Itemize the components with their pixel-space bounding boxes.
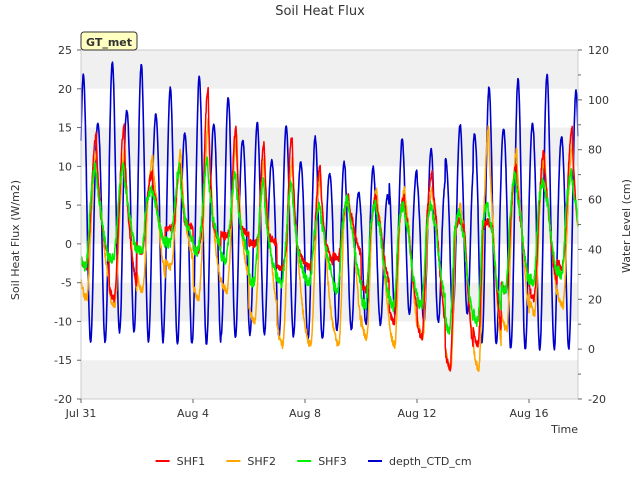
y2-tick-label: 60 [588, 194, 602, 207]
x-tick-label: Aug 16 [510, 407, 549, 420]
y2-tick-label: 20 [588, 293, 602, 306]
y-tick-label: -15 [54, 354, 72, 367]
x-tick-label: Jul 31 [65, 407, 97, 420]
site-badge: GT_met [80, 31, 138, 51]
x-axis: Jul 31 Aug 4 Aug 8 Aug 12 Aug 16 [65, 399, 549, 420]
y-tick-label: -10 [54, 315, 72, 328]
site-badge-label: GT_met [86, 36, 132, 49]
x-axis-label: Time [550, 423, 578, 436]
legend-item-depth_ctd_cm: depth_CTD_cm [368, 455, 472, 468]
legend-label: SHF2 [247, 455, 276, 468]
y2-tick-label: 80 [588, 144, 602, 157]
y-tick-label: 5 [65, 199, 72, 212]
y2-axis-label: Water Level (cm) [620, 179, 633, 273]
y2-tick-label: 0 [588, 343, 595, 356]
legend-item-shf1: SHF1 [155, 455, 206, 468]
y-axis-left: -20 -15 -10 -5 0 5 10 15 20 25 [54, 44, 81, 406]
y2-tick-label: -20 [588, 393, 606, 406]
y-tick-label: 20 [58, 83, 72, 96]
y-axis-label: Soil Heat Flux (W/m2) [9, 180, 22, 300]
y-tick-label: 25 [58, 44, 72, 57]
y-tick-label: 15 [58, 122, 72, 135]
y-tick-label: 10 [58, 160, 72, 173]
legend-item-shf3: SHF3 [297, 455, 347, 468]
grid-band [81, 50, 578, 89]
y-axis-right: -20 0 20 40 60 80 100 120 [578, 44, 609, 406]
y-tick-label: -20 [54, 393, 72, 406]
x-tick-label: Aug 4 [177, 407, 209, 420]
x-tick-label: Aug 12 [398, 407, 437, 420]
x-tick-label: Aug 8 [289, 407, 321, 420]
grid-bands [81, 50, 578, 399]
grid-band [81, 360, 578, 399]
legend-label: SHF3 [318, 455, 347, 468]
y2-tick-label: 120 [588, 44, 609, 57]
y2-tick-label: 100 [588, 94, 609, 107]
grid-band [81, 205, 578, 244]
legend-label: SHF1 [177, 455, 206, 468]
chart: -20 -15 -10 -5 0 5 10 15 20 25 -20 0 20 40 60 80 100 120… [9, 4, 633, 468]
y-tick-label: 0 [65, 238, 72, 251]
legend: SHF1 SHF2 SHF3 depth_CTD_cm [155, 455, 472, 468]
y2-tick-label: 40 [588, 243, 602, 256]
legend-label: depth_CTD_cm [389, 455, 472, 468]
legend-item-shf2: SHF2 [226, 455, 276, 468]
chart-title: Soil Heat Flux [275, 4, 365, 19]
y-tick-label: -5 [61, 277, 72, 290]
